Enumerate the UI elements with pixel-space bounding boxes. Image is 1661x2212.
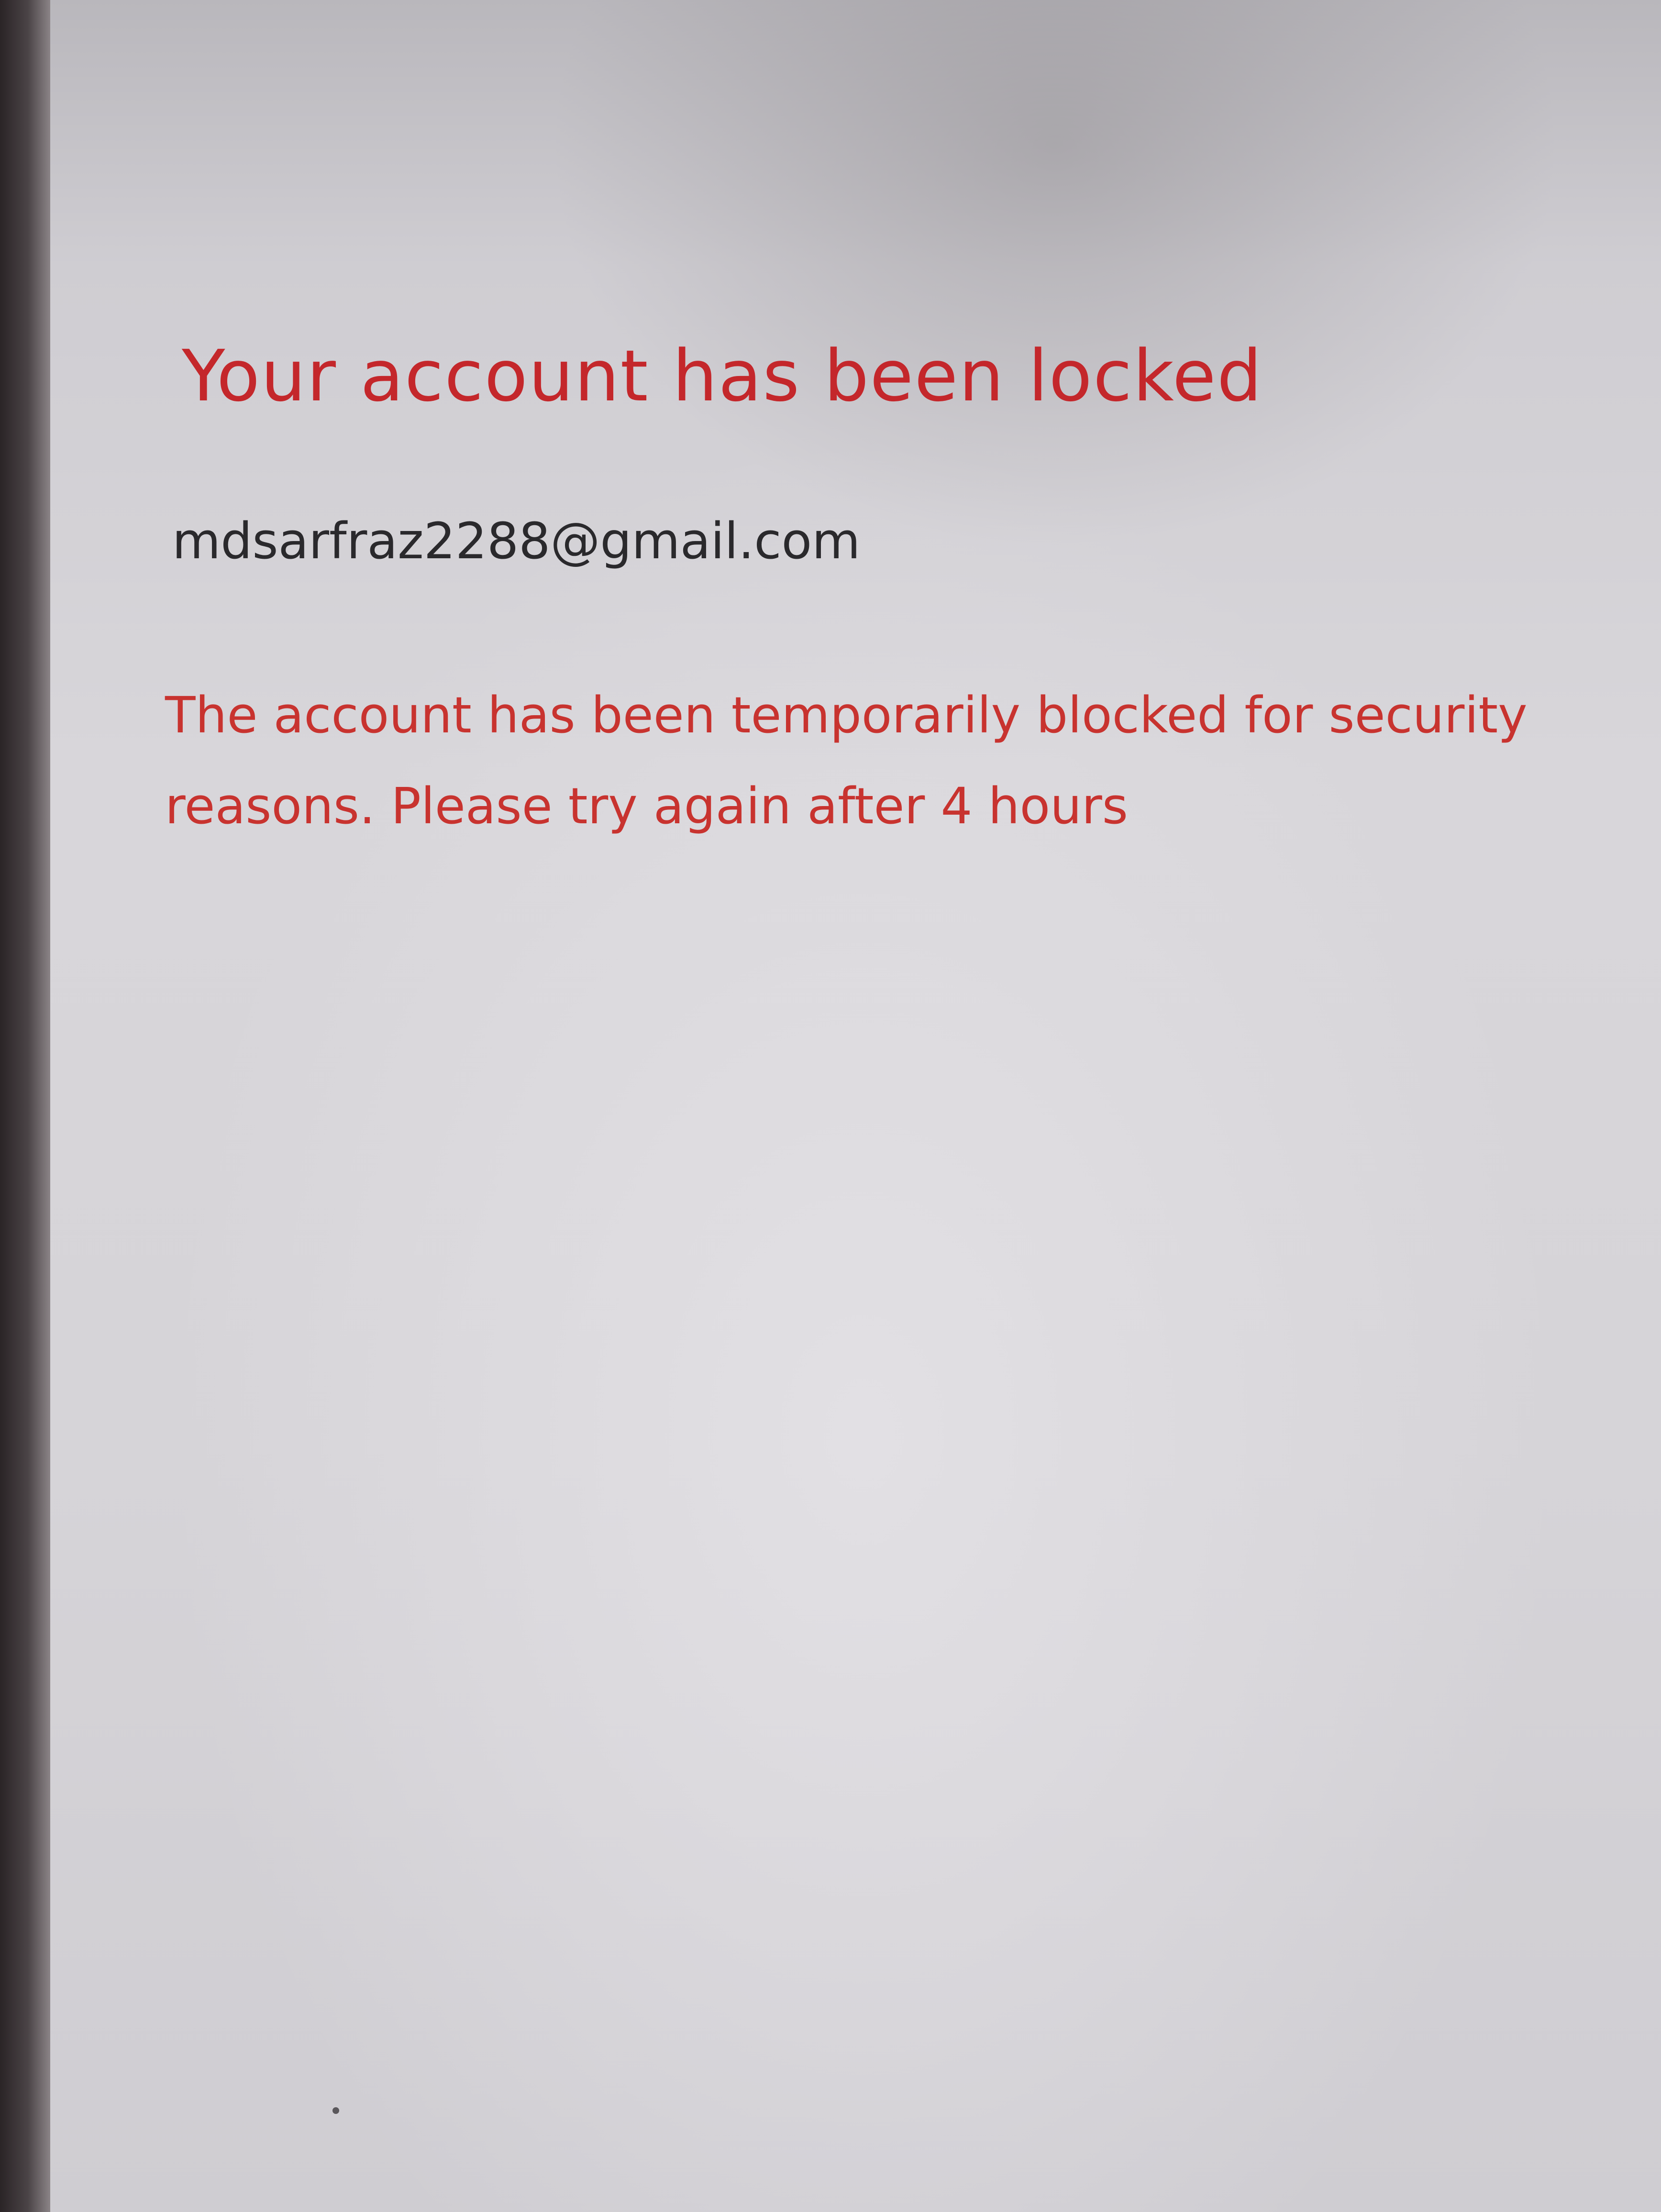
screen-dust-spot bbox=[332, 2107, 339, 2114]
device-bezel bbox=[0, 0, 50, 2212]
lock-message: The account has been temporarily blocked… bbox=[165, 686, 1528, 835]
phone-screen: Your account has been locked mdsarfraz22… bbox=[50, 0, 1661, 2212]
account-email: mdsarfraz2288@gmail.com bbox=[172, 512, 861, 570]
account-locked-panel: Your account has been locked mdsarfraz22… bbox=[120, 0, 1593, 2212]
page-title: Your account has been locked bbox=[182, 335, 1263, 417]
